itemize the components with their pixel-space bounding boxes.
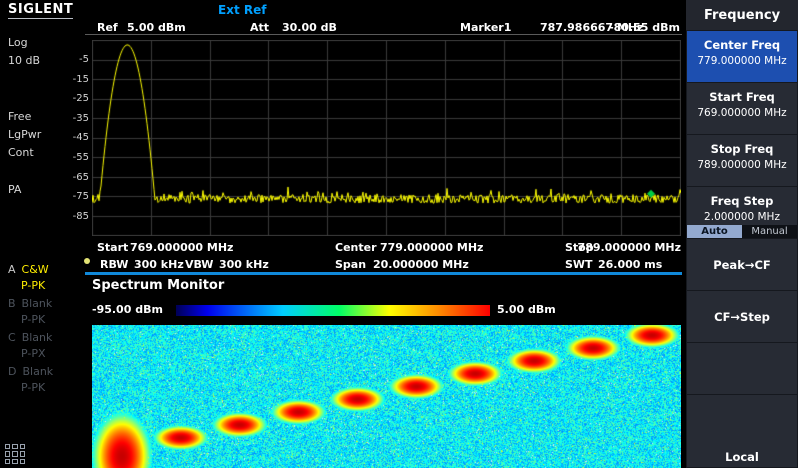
ref-value: 5.00 dBm <box>127 21 186 34</box>
sweep-indicator-icon <box>84 258 90 264</box>
toggle-manual[interactable]: Manual <box>742 225 797 238</box>
trigger-mode-label: Free <box>8 110 31 123</box>
trace-detector: P-PK <box>21 278 49 294</box>
marker-label: Marker1 <box>460 21 511 34</box>
start-value: 769.000000 MHz <box>130 241 233 254</box>
swt-value: 26.000 ms <box>598 258 662 271</box>
ext-ref-status: Ext Ref <box>218 3 266 17</box>
freq-step-button[interactable]: Freq Step 2.000000 MHz Auto Manual <box>687 187 797 238</box>
y-axis-tick: -35 <box>73 113 89 124</box>
y-axis-tick: -75 <box>73 191 89 202</box>
ref-label: Ref <box>97 21 118 34</box>
trace-id: C <box>8 331 16 344</box>
analyzer-screen: SIGLENT Ext Ref Log 10 dB Free LgPwr Con… <box>0 0 798 468</box>
amplitude-scale-label: Log <box>8 36 28 49</box>
trace-id: A <box>8 263 16 276</box>
y-axis-tick: -5 <box>79 54 89 65</box>
start-label: Start <box>97 241 128 254</box>
spectrum-monitor-title: Spectrum Monitor <box>92 278 224 293</box>
section-separator <box>85 272 682 275</box>
trace-detector: P-PX <box>21 346 52 362</box>
att-value: 30.00 dB <box>282 21 337 34</box>
vbw-value: 300 kHz <box>219 258 269 271</box>
trace-mode: Blank <box>22 297 53 310</box>
center-label: Center <box>335 241 377 254</box>
trace-mode: Blank <box>22 365 53 378</box>
rbw-label: RBW <box>100 258 128 271</box>
scale-per-div-label: 10 dB <box>8 54 40 67</box>
color-scale-max: 5.00 dBm <box>497 303 556 316</box>
y-axis-tick: -65 <box>73 172 89 183</box>
trace-detector: P-PK <box>21 312 52 328</box>
att-label: Att <box>250 21 269 34</box>
center-freq-button[interactable]: Center Freq 779.000000 MHz <box>687 31 797 82</box>
cf-to-step-button[interactable]: CF→Step <box>687 291 797 342</box>
menu-button-blank-1 <box>687 343 797 394</box>
peak-to-cf-button[interactable]: Peak→CF <box>687 239 797 290</box>
stop-freq-button[interactable]: Stop Freq 789.000000 MHz <box>687 135 797 186</box>
spectrogram-canvas <box>92 325 681 468</box>
trace-b-status: B Blank P-PK <box>8 296 52 328</box>
vbw-label: VBW <box>185 258 213 271</box>
spectrum-canvas[interactable] <box>92 40 681 236</box>
sweep-mode-label: Cont <box>8 146 34 159</box>
spectrum-plot: -5 -15 -25 -35 -45 -55 -65 -75 -85 <box>92 40 681 236</box>
trace-c-status: C Blank P-PX <box>8 330 52 362</box>
color-scale-bar <box>176 305 490 316</box>
menu-button-blank-2 <box>687 395 797 446</box>
rbw-value: 300 kHz <box>134 258 184 271</box>
trace-mode: C&W <box>22 263 49 276</box>
trace-detector: P-PK <box>21 380 53 396</box>
menu-title: Frequency <box>686 0 798 30</box>
menu-grid-icon[interactable] <box>5 444 25 464</box>
measurement-header: Ref 5.00 dBm Att 30.00 dB Marker1 787.98… <box>85 21 682 35</box>
span-label: Span <box>335 258 366 271</box>
span-value: 20.000000 MHz <box>373 258 469 271</box>
preamp-label: PA <box>8 183 21 196</box>
y-axis-tick: -15 <box>73 74 89 85</box>
y-axis-tick: -85 <box>73 211 89 222</box>
y-axis-tick: -25 <box>73 93 89 104</box>
trace-a-status: A C&W P-PK <box>8 262 49 294</box>
center-value: 779.000000 MHz <box>380 241 483 254</box>
lgpwr-label: LgPwr <box>8 128 41 141</box>
toggle-auto[interactable]: Auto <box>687 225 742 238</box>
local-button[interactable]: Local <box>687 446 797 467</box>
trace-id: B <box>8 297 16 310</box>
marker-ampl-value: -80.55 dBm <box>609 21 680 34</box>
y-axis-tick: -45 <box>73 132 89 143</box>
freq-step-toggle: Auto Manual <box>687 225 797 238</box>
trace-mode: Blank <box>22 331 53 344</box>
freq-info-row: Start 769.000000 MHz Center 779.000000 M… <box>92 241 681 256</box>
start-freq-button[interactable]: Start Freq 769.000000 MHz <box>687 83 797 134</box>
spectrogram-plot <box>92 325 681 468</box>
trace-id: D <box>8 365 16 378</box>
color-scale-min: -95.00 dBm <box>92 303 163 316</box>
y-axis-tick: -55 <box>73 152 89 163</box>
stop-value: 789.000000 MHz <box>578 241 681 254</box>
bw-info-row: RBW 300 kHz VBW 300 kHz Span 20.000000 M… <box>92 258 681 273</box>
brand-logo: SIGLENT <box>8 2 73 19</box>
swt-label: SWT <box>565 258 593 271</box>
trace-d-status: D Blank P-PK <box>8 364 53 396</box>
soft-menu: Frequency Center Freq 779.000000 MHz Sta… <box>686 0 798 468</box>
